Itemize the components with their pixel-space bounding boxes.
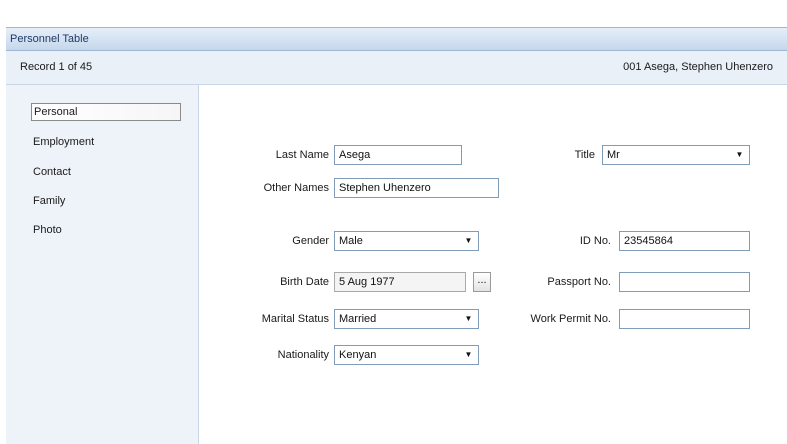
title-value: Mr xyxy=(607,149,620,161)
sidebar-item-family[interactable]: Family xyxy=(31,192,181,210)
marital-status-select[interactable]: Married ▼ xyxy=(334,309,479,329)
birth-date-field[interactable]: 5 Aug 1977 xyxy=(334,272,466,292)
nationality-label: Nationality xyxy=(277,349,329,361)
title-label: Title xyxy=(574,149,595,161)
last-name-field[interactable]: Asega xyxy=(334,145,462,165)
marital-status-value: Married xyxy=(339,313,377,325)
nationality-value: Kenyan xyxy=(339,349,377,361)
last-name-label: Last Name xyxy=(275,149,329,161)
passport-no-label: Passport No. xyxy=(547,276,611,288)
sidebar-item-employment[interactable]: Employment xyxy=(31,133,181,151)
content-area: Personal Employment Contact Family Photo… xyxy=(6,85,787,444)
sidebar-item-label: Contact xyxy=(33,166,71,178)
other-names-field[interactable]: Stephen Uhenzero xyxy=(334,178,499,198)
id-no-field[interactable]: 23545864 xyxy=(619,231,750,251)
id-no-value: 23545864 xyxy=(624,235,673,247)
gender-select[interactable]: Male ▼ xyxy=(334,231,479,251)
sidebar-item-photo[interactable]: Photo xyxy=(31,221,181,239)
sidebar-item-label: Family xyxy=(33,195,66,207)
record-bar: Record 1 of 45 001 Asega, Stephen Uhenze… xyxy=(6,51,787,85)
gender-label: Gender xyxy=(292,235,329,247)
window-titlebar: Personnel Table xyxy=(6,27,787,51)
id-no-label: ID No. xyxy=(579,235,611,247)
section-sidebar: Personal Employment Contact Family Photo xyxy=(6,85,199,444)
nationality-select[interactable]: Kenyan ▼ xyxy=(334,345,479,365)
chevron-down-icon[interactable]: ▼ xyxy=(731,147,748,163)
date-picker-button[interactable]: ... xyxy=(473,272,491,292)
gender-value: Male xyxy=(339,235,363,247)
work-permit-no-label: Work Permit No. xyxy=(530,313,611,325)
sidebar-item-label: Employment xyxy=(33,136,95,148)
record-position: Record 1 of 45 xyxy=(20,61,93,73)
sidebar-item-label: Personal xyxy=(34,106,78,118)
chevron-down-icon[interactable]: ▼ xyxy=(460,311,477,327)
birth-date-value: 5 Aug 1977 xyxy=(339,276,395,288)
sidebar-item-label: Photo xyxy=(33,224,62,236)
marital-status-label: Marital Status xyxy=(261,313,329,325)
current-record: 001 Asega, Stephen Uhenzero xyxy=(623,61,773,73)
personal-form: Last Name Asega Title Mr ▼ Other Names S… xyxy=(199,85,787,444)
passport-no-field[interactable] xyxy=(619,272,750,292)
title-select[interactable]: Mr ▼ xyxy=(602,145,750,165)
other-names-value: Stephen Uhenzero xyxy=(339,182,431,194)
birth-date-label: Birth Date xyxy=(280,276,329,288)
sidebar-item-personal[interactable]: Personal xyxy=(31,103,181,121)
chevron-down-icon[interactable]: ▼ xyxy=(460,347,477,363)
work-permit-no-field[interactable] xyxy=(619,309,750,329)
chevron-down-icon[interactable]: ▼ xyxy=(460,233,477,249)
sidebar-item-contact[interactable]: Contact xyxy=(31,163,181,181)
window-title: Personnel Table xyxy=(10,33,89,45)
other-names-label: Other Names xyxy=(263,182,329,194)
last-name-value: Asega xyxy=(339,149,371,161)
